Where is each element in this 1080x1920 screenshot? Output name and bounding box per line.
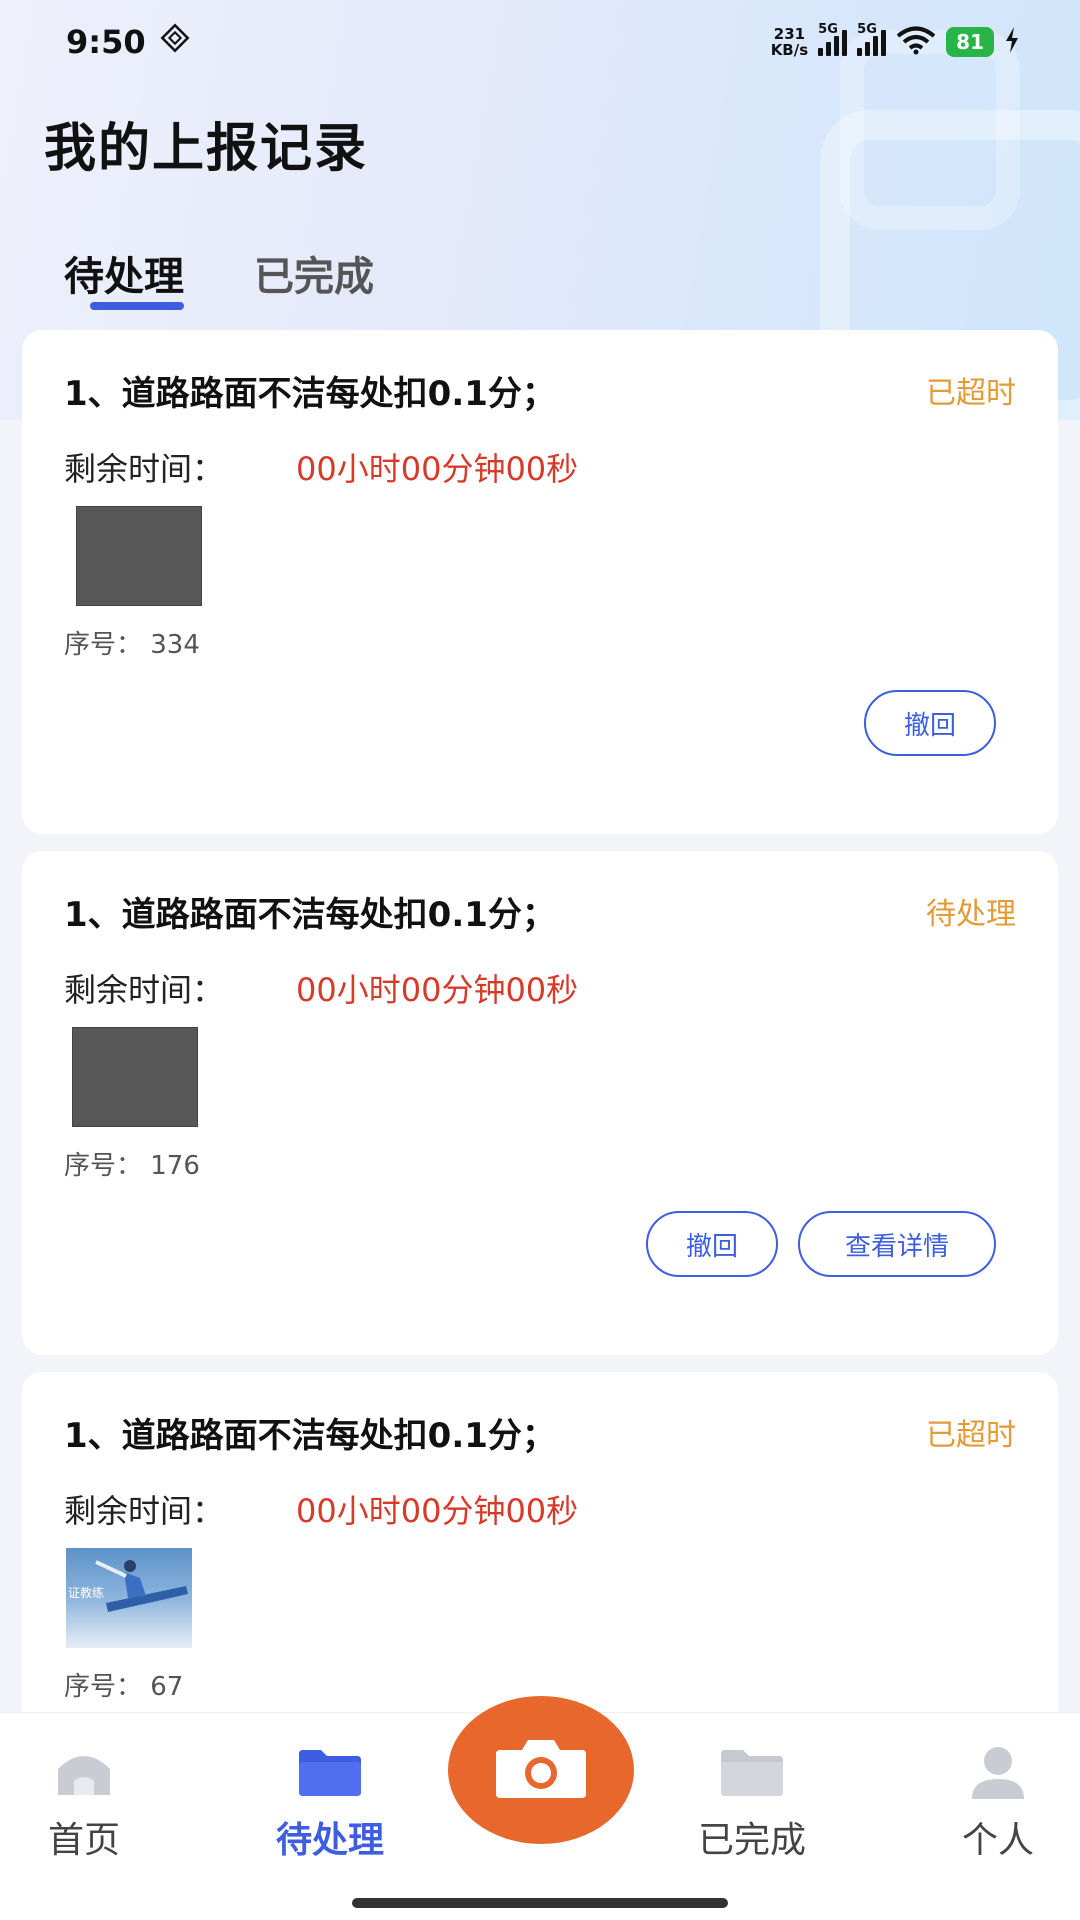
remaining-label: 剩余时间： <box>64 971 225 1009</box>
folder-icon <box>297 1743 363 1803</box>
status-badge: 已超时 <box>926 1418 1016 1453</box>
clock-text: 9:50 <box>66 23 146 61</box>
sim-label: 5G <box>818 22 838 37</box>
remaining-value: 00小时00分钟00秒 <box>296 971 579 1009</box>
nav-completed[interactable]: 已完成 <box>672 1743 832 1863</box>
remaining-value: 00小时00分钟00秒 <box>296 450 579 488</box>
nav-pending[interactable]: 待处理 <box>250 1743 410 1863</box>
record-card[interactable]: 1、道路路面不洁每处扣0.1分； 待处理 剩余时间： 00小时00分钟00秒 序… <box>22 851 1058 1355</box>
tab-label: 已完成 <box>254 254 374 300</box>
remaining-time: 剩余时间： 00小时00分钟00秒 <box>64 1486 578 1532</box>
record-title: 1、道路路面不洁每处扣0.1分； <box>64 895 556 935</box>
folder-icon <box>719 1743 785 1803</box>
nav-label: 个人 <box>961 1820 1034 1861</box>
speed-unit: KB/s <box>770 41 809 59</box>
nav-label: 待处理 <box>275 1820 384 1861</box>
skier-illustration <box>95 1560 188 1612</box>
signal-icon: 5G <box>818 22 848 56</box>
remaining-time: 剩余时间： 00小时00分钟00秒 <box>64 965 578 1011</box>
withdraw-button[interactable]: 撤回 <box>646 1211 778 1277</box>
speed-value: 231 <box>773 25 806 43</box>
camera-button[interactable] <box>448 1696 634 1844</box>
record-card[interactable]: 1、道路路面不洁每处扣0.1分； 已超时 剩余时间： 00小时00分钟00秒 序… <box>22 330 1058 834</box>
signal-icon: 5G <box>857 22 887 56</box>
record-photo-thumbnail[interactable] <box>76 506 202 606</box>
status-badge: 待处理 <box>926 897 1016 932</box>
charging-icon <box>1004 27 1020 57</box>
home-indicator[interactable] <box>352 1898 728 1908</box>
tab-pending[interactable]: 待处理 <box>64 244 184 310</box>
nav-profile[interactable]: 个人 <box>918 1743 1078 1863</box>
status-indicators: 231 KB/s 5G 5G 81 <box>771 22 1020 59</box>
tab-bar: 待处理 已完成 <box>64 244 374 310</box>
status-time: 9:50 <box>66 23 190 61</box>
nav-home[interactable]: 首页 <box>4 1743 164 1863</box>
network-speed: 231 KB/s <box>771 26 808 58</box>
record-seq: 序号： 176 <box>64 1151 200 1181</box>
view-details-button[interactable]: 查看详情 <box>798 1211 996 1277</box>
record-title: 1、道路路面不洁每处扣0.1分； <box>64 1416 556 1456</box>
record-photo-thumbnail[interactable] <box>72 1027 198 1127</box>
remaining-time: 剩余时间： 00小时00分钟00秒 <box>64 444 578 490</box>
remaining-label: 剩余时间： <box>64 450 225 488</box>
nfc-icon <box>160 23 190 61</box>
sim-label: 5G <box>857 22 877 37</box>
battery-indicator: 81 <box>946 27 994 57</box>
nav-label: 首页 <box>47 1820 120 1861</box>
camera-icon <box>494 1736 588 1804</box>
status-bar: 9:50 231 KB/s 5G 5G 81 <box>0 0 1080 84</box>
record-seq: 序号： 334 <box>64 630 200 660</box>
record-seq: 序号： 67 <box>64 1672 184 1702</box>
remaining-label: 剩余时间： <box>64 1492 225 1530</box>
page-title: 我的上报记录 <box>44 119 369 179</box>
remaining-value: 00小时00分钟00秒 <box>296 1492 579 1530</box>
nav-label: 已完成 <box>697 1820 806 1861</box>
active-tab-indicator <box>90 302 184 310</box>
tab-completed[interactable]: 已完成 <box>254 244 374 302</box>
withdraw-button[interactable]: 撤回 <box>864 690 996 756</box>
tab-label: 待处理 <box>64 254 184 300</box>
wifi-icon <box>896 25 936 59</box>
record-photo-thumbnail[interactable]: 证教练 <box>66 1548 192 1648</box>
status-badge: 已超时 <box>926 376 1016 411</box>
record-title: 1、道路路面不洁每处扣0.1分； <box>64 374 556 414</box>
user-icon <box>968 1743 1028 1803</box>
home-icon <box>54 1743 114 1803</box>
record-list: 1、道路路面不洁每处扣0.1分； 已超时 剩余时间： 00小时00分钟00秒 序… <box>22 330 1058 1893</box>
